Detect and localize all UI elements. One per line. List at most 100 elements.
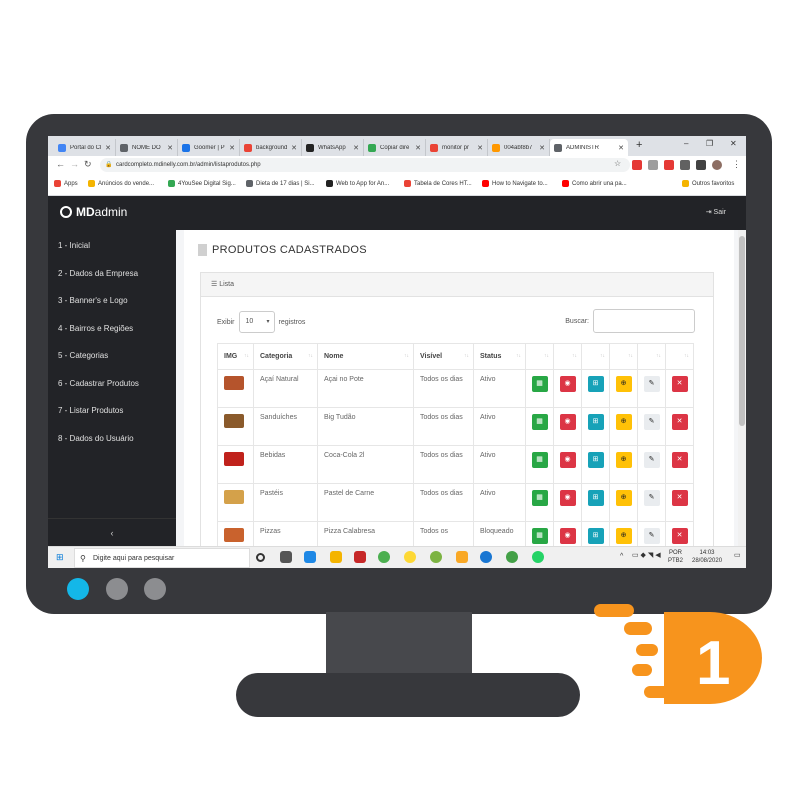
delete-button[interactable]: ✕ [671,376,688,392]
back-icon[interactable]: ← [56,159,65,169]
sidebar-item[interactable]: 3 - Banner's e Logo [48,287,176,315]
add-image-button[interactable]: ⊞ [587,376,604,392]
page-length-select[interactable]: 10 ▾ [238,311,275,333]
edit-button[interactable]: ✎ [643,490,660,506]
bookmark-item[interactable]: 4YouSee Digital Sig... [168,180,236,187]
browser-tab[interactable]: Goomer | P ✕ [178,139,240,156]
app-icon[interactable] [506,551,518,563]
delete-button[interactable]: ✕ [671,414,688,430]
delete-button[interactable]: ✕ [671,528,688,544]
menu-dots-icon[interactable]: ⋮ [732,159,741,170]
language-indicator[interactable]: POR PTB2 [668,549,683,565]
search-input[interactable] [593,309,695,333]
taskbar-search-input[interactable]: ⚲ Digite aqui para pesquisar [74,548,250,568]
close-icon[interactable]: ✕ [229,144,235,152]
bookmark-item[interactable]: Outros favoritos [682,180,734,187]
view-button[interactable]: ◉ [559,528,576,544]
close-icon[interactable]: ✕ [291,144,297,152]
browser-tab[interactable]: ADMINISTR ✕ [550,139,628,156]
extension-icon[interactable] [648,160,658,170]
browser-tab[interactable]: WhatsApp ✕ [302,139,364,156]
bookmark-item[interactable]: Como abrir una pa... [562,180,627,187]
extension-icon[interactable] [632,160,642,170]
app-icon[interactable] [430,551,442,563]
cortana-icon[interactable] [256,553,265,562]
extension-icon[interactable] [680,160,690,170]
windows-start-icon[interactable]: ⊞ [56,552,64,563]
filezilla-icon[interactable] [354,551,366,563]
view-button[interactable]: ◉ [559,376,576,392]
bookmark-item[interactable]: Tabela de Cores HT... [404,180,472,187]
avatar[interactable] [712,160,722,170]
table-row[interactable]: Açaí Natural Açai no Pote Todos os dias Ati… [217,369,694,408]
bookmark-item[interactable]: Dieta de 17 dias | Si... [246,180,315,187]
sidebar-item[interactable]: 5 - Categorias [48,342,176,370]
edge-icon[interactable] [480,551,492,563]
star-icon[interactable]: ☆ [614,159,621,168]
minimize-button[interactable]: – [684,139,688,148]
sidebar-item[interactable]: 8 - Dados do Usuário [48,425,176,453]
add-image-button[interactable]: ⊞ [587,528,604,544]
sidebar-item[interactable]: 6 - Cadastrar Produtos [48,370,176,398]
file-explorer-icon[interactable] [330,551,342,563]
sidebar-item[interactable]: 7 - Listar Produtos [48,397,176,425]
clock[interactable]: 14:03 28/08/2020 [692,549,722,565]
bookmark-item[interactable]: Apps [54,180,78,187]
table-row[interactable]: Pastéis Pastel de Carne Todos os dias Ativo… [217,483,694,522]
column-header[interactable]: Visível ↑↓ [413,343,474,370]
calendar-button[interactable]: ▦ [531,414,548,430]
close-icon[interactable]: ✕ [618,144,624,152]
edit-button[interactable]: ✎ [643,452,660,468]
column-header[interactable]: ↑↓ [581,343,610,370]
edit-button[interactable]: ✎ [643,528,660,544]
reload-icon[interactable]: ↻ [84,159,92,170]
column-header[interactable]: ↑↓ [637,343,666,370]
browser-tab[interactable]: NOME DO ✕ [116,139,178,156]
view-button[interactable]: ◉ [559,490,576,506]
maximize-button[interactable]: ❐ [706,139,713,148]
url-field[interactable]: 🔒 cardcompleto.mdinelly.com.br/admin/lis… [100,158,630,172]
browser-tab[interactable]: background ✕ [240,139,302,156]
column-header[interactable]: ↑↓ [553,343,582,370]
browser-tab[interactable]: monitor pr ✕ [426,139,488,156]
view-button[interactable]: ◉ [559,452,576,468]
calendar-button[interactable]: ▦ [531,452,548,468]
app-icon[interactable] [304,551,316,563]
tray-chevron-icon[interactable]: ^ [620,553,623,561]
column-header[interactable]: ↑↓ [525,343,554,370]
table-row[interactable]: Bebidas Coca-Cola 2l Todos os dias Ativo ▦ ◉ ⊞… [217,445,694,484]
browser-tab[interactable]: 004abf8b7 ✕ [488,139,550,156]
delete-button[interactable]: ✕ [671,452,688,468]
view-button[interactable]: ◉ [559,414,576,430]
column-header[interactable]: Categoria ↑↓ [253,343,318,370]
sidebar-item[interactable]: 4 - Bairros e Regiões [48,315,176,343]
column-header[interactable]: ↑↓ [665,343,694,370]
table-row[interactable]: Pizzas Pizza Calabresa Todos os Bloqueado ▦ ◉… [217,521,694,546]
new-tab-button[interactable]: + [636,139,642,151]
notifications-icon[interactable]: ▭ [734,552,741,560]
add-image-button[interactable]: ⊞ [587,452,604,468]
extension-icon[interactable] [664,160,674,170]
calendar-button[interactable]: ▦ [531,528,548,544]
add-image-button[interactable]: ⊞ [587,490,604,506]
column-header[interactable]: IMG ↑↓ [217,343,254,370]
puzzle-icon[interactable] [696,160,706,170]
column-header[interactable]: Status ↑↓ [473,343,526,370]
sidebar-item[interactable]: 2 - Dados da Empresa [48,260,176,288]
tray-icons[interactable]: ▭ ◆ ◥ ◀ [632,552,661,560]
table-row[interactable]: Sanduíches Big Tudão Todos os dias Ativo ▦ ◉ ⊞… [217,407,694,446]
app-icon[interactable] [456,551,468,563]
close-icon[interactable]: ✕ [167,144,173,152]
column-header[interactable]: Nome ↑↓ [317,343,414,370]
sidebar-collapse-button[interactable]: ‹ [48,518,176,546]
plus-button[interactable]: ⊕ [615,490,632,506]
close-icon[interactable]: ✕ [477,144,483,152]
plus-button[interactable]: ⊕ [615,452,632,468]
close-icon[interactable]: ✕ [105,144,111,152]
calendar-button[interactable]: ▦ [531,490,548,506]
whatsapp-icon[interactable] [532,551,544,563]
bookmark-item[interactable]: Anúncios do vende... [88,180,154,187]
forward-icon[interactable]: → [70,159,79,169]
logout-link[interactable]: ⇥ Sair [706,208,726,216]
close-icon[interactable]: ✕ [353,144,359,152]
